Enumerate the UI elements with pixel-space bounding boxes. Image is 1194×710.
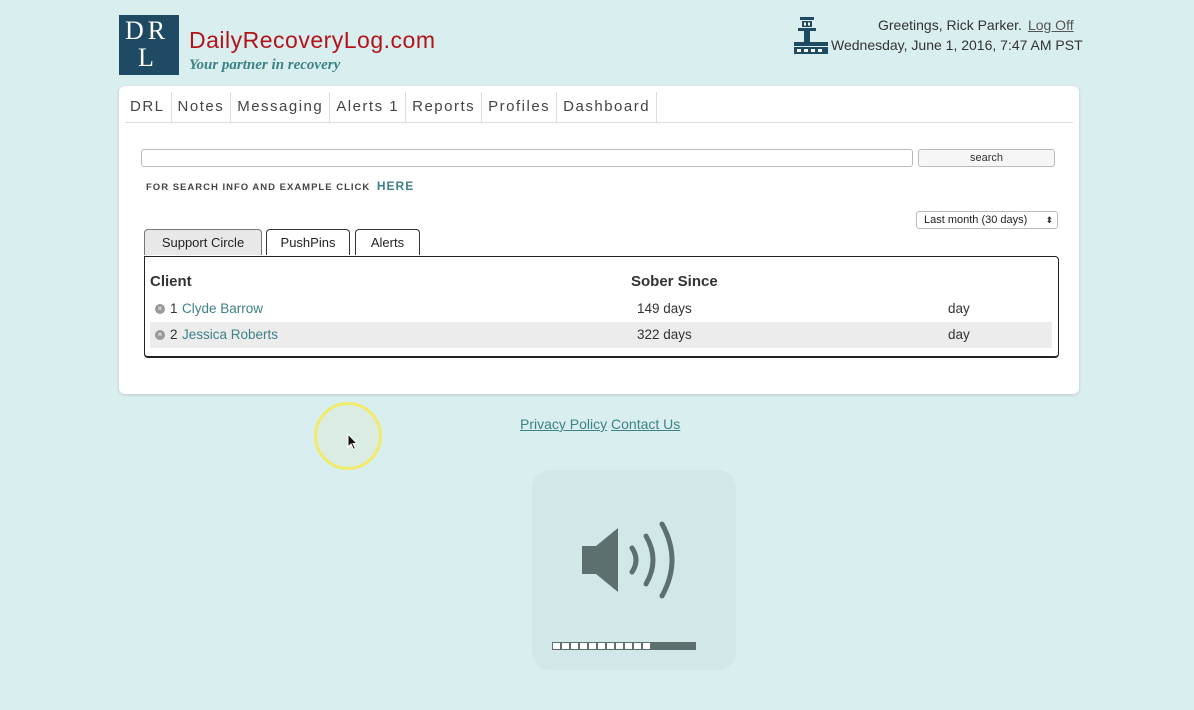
nav-item-alerts[interactable]: Alerts 1 (330, 92, 407, 122)
nav-item-messaging[interactable]: Messaging (231, 92, 331, 122)
contact-us-link[interactable]: Contact Us (611, 416, 680, 432)
tab-support-circle[interactable]: Support Circle (144, 229, 262, 255)
column-header-sober-since[interactable]: Sober Since (631, 273, 718, 290)
nav-item-profiles[interactable]: Profiles (482, 92, 558, 122)
search-info-link[interactable]: HERE (377, 179, 414, 193)
table-row: × 2 Jessica Roberts 322 days day (150, 322, 1052, 348)
volume-overlay (532, 470, 736, 670)
client-link[interactable]: Jessica Roberts (182, 327, 278, 342)
sober-days: 322 days (637, 327, 692, 342)
user-greeting: Greetings, Rick Parker. Log Off (878, 17, 1074, 33)
volume-segment (633, 642, 642, 650)
sober-days: 149 days (637, 301, 692, 316)
search-input[interactable] (141, 149, 913, 167)
brand-tagline: Your partner in recovery (189, 57, 341, 73)
support-circle-table: Client Sober Since × 1 Clyde Barrow 149 … (144, 256, 1059, 358)
select-arrows-icon: ⬍ (1045, 215, 1053, 225)
nav-item-reports[interactable]: Reports (406, 92, 483, 122)
tab-alerts[interactable]: Alerts (355, 229, 420, 255)
privacy-policy-link[interactable]: Privacy Policy (520, 416, 607, 432)
nav-item-drl[interactable]: DRL (125, 92, 172, 122)
greeting-text: Greetings, Rick Parker. (878, 17, 1022, 33)
volume-segment (669, 642, 678, 650)
main-nav: DRL Notes Messaging Alerts 1 Reports Pro… (125, 92, 1073, 123)
volume-segment (606, 642, 615, 650)
volume-segment (624, 642, 633, 650)
volume-segment (687, 642, 696, 650)
main-panel: DRL Notes Messaging Alerts 1 Reports Pro… (119, 86, 1079, 394)
current-datetime: Wednesday, June 1, 2016, 7:47 AM PST (831, 37, 1083, 53)
volume-segment (642, 642, 651, 650)
search-info: FOR SEARCH INFO AND EXAMPLE CLICK HERE (146, 179, 414, 193)
logo[interactable]: DR L (119, 15, 179, 75)
sober-unit: day (948, 327, 970, 342)
sober-unit: day (948, 301, 970, 316)
column-header-client[interactable]: Client (150, 273, 192, 290)
volume-segment (579, 642, 588, 650)
volume-segment (651, 642, 660, 650)
tab-pushpins[interactable]: PushPins (266, 229, 350, 255)
row-number: 2 (170, 327, 178, 342)
volume-segment (597, 642, 606, 650)
search-button[interactable]: search (918, 149, 1055, 167)
client-link[interactable]: Clyde Barrow (182, 301, 263, 316)
remove-icon[interactable]: × (155, 304, 165, 314)
footer-links: Privacy Policy Contact Us (520, 416, 680, 432)
row-number: 1 (170, 301, 178, 316)
remove-icon[interactable]: × (155, 330, 165, 340)
search-info-text: FOR SEARCH INFO AND EXAMPLE CLICK (146, 182, 371, 193)
volume-segment (660, 642, 669, 650)
volume-level-bar (552, 642, 712, 650)
volume-segment (552, 642, 561, 650)
nav-item-notes[interactable]: Notes (172, 92, 232, 122)
speaker-volume-icon (582, 521, 675, 599)
volume-segment (561, 642, 570, 650)
logo-letters-bottom: L (138, 43, 154, 72)
brand-name[interactable]: DailyRecoveryLog.com (189, 27, 435, 54)
period-select[interactable]: Last month (30 days) ⬍ (916, 211, 1058, 229)
volume-segment (678, 642, 687, 650)
volume-segment (615, 642, 624, 650)
table-row: × 1 Clyde Barrow 149 days day (150, 296, 1052, 322)
volume-segment (588, 642, 597, 650)
mouse-pointer-icon (347, 433, 359, 451)
logoff-link[interactable]: Log Off (1028, 17, 1074, 33)
control-tower-icon (794, 17, 828, 54)
volume-segment (570, 642, 579, 650)
logo-letters-top: DR (125, 16, 170, 45)
period-select-value: Last month (30 days) (924, 214, 1028, 226)
nav-item-dashboard[interactable]: Dashboard (557, 92, 658, 122)
